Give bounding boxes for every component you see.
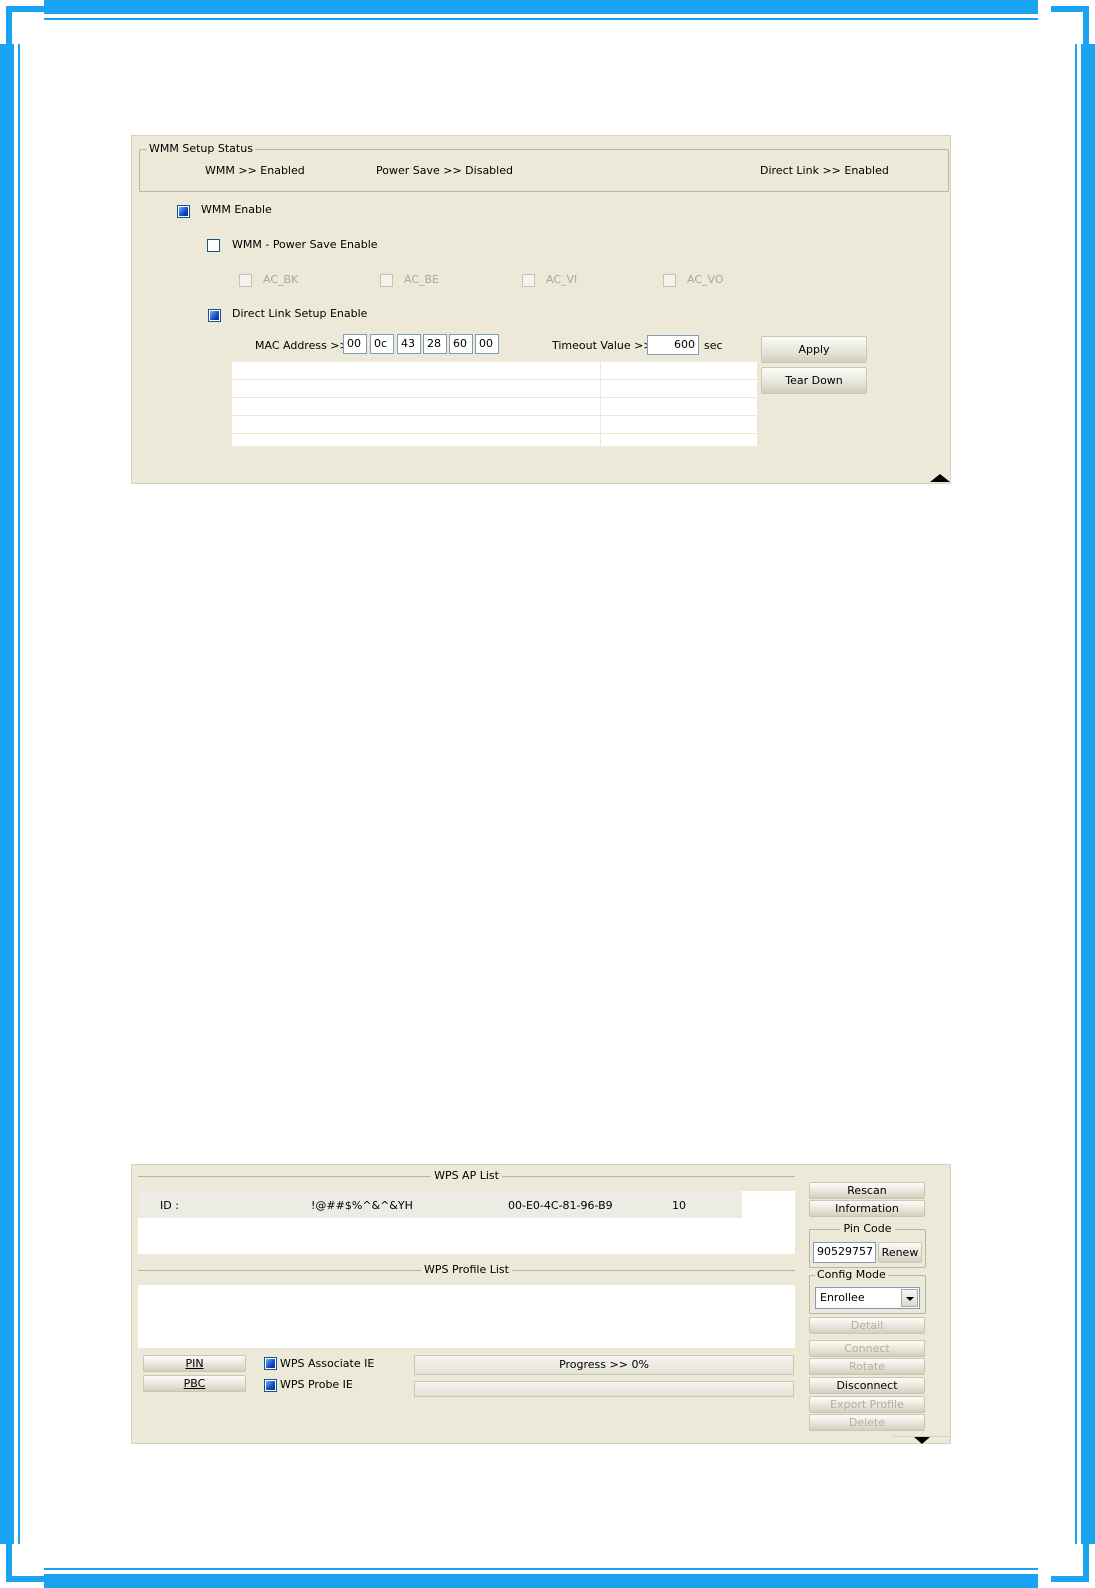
frame-corner-br — [1051, 1544, 1089, 1582]
frame-corner-bl — [6, 1544, 44, 1582]
ap-list-box[interactable]: ID : !@##$%^&^&YH 00-E0-4C-81-96-B9 10 — [138, 1191, 795, 1254]
detail-button[interactable]: Detail — [809, 1317, 925, 1334]
progress-bar — [414, 1381, 794, 1397]
wmm-panel: WMM Setup Status WMM >> Enabled Power Sa… — [131, 135, 951, 484]
power-save-enable-label: WMM - Power Save Enable — [232, 238, 378, 251]
frame-corner-tl — [6, 6, 44, 44]
config-mode-select[interactable]: Enrollee — [815, 1287, 920, 1309]
wps-associate-ie-label: WPS Associate IE — [280, 1357, 375, 1370]
ap-channel: 10 — [672, 1199, 686, 1212]
delete-button[interactable]: Delete — [809, 1414, 925, 1431]
direct-link-table[interactable] — [232, 362, 757, 446]
progress-text-box: Progress >> 0% — [414, 1355, 794, 1375]
collapse-up-icon[interactable] — [930, 474, 950, 482]
mac-octet-5-field[interactable]: 60 — [449, 334, 473, 354]
config-mode-title: Config Mode — [815, 1268, 888, 1281]
profile-list-box[interactable] — [138, 1285, 795, 1348]
ap-list-row[interactable]: ID : !@##$%^&^&YH 00-E0-4C-81-96-B9 10 — [138, 1191, 742, 1218]
dropdown-arrow-icon[interactable] — [901, 1289, 918, 1307]
direct-link-enable-label: Direct Link Setup Enable — [232, 307, 368, 320]
power-save-enable-checkbox[interactable] — [207, 239, 220, 252]
profile-list-title: WPS Profile List — [421, 1263, 512, 1276]
pin-code-group: Pin Code 90529757 Renew — [809, 1222, 926, 1268]
status-wmm: WMM >> Enabled — [205, 164, 305, 177]
ap-list-title-wrap: WPS AP List — [138, 1169, 795, 1182]
timeout-unit: sec — [704, 339, 723, 352]
frame-top-line — [44, 18, 1038, 20]
frame-corner-tr — [1051, 6, 1089, 44]
ac-vo-checkbox[interactable] — [663, 274, 676, 287]
config-mode-group: Config Mode Enrollee — [809, 1268, 926, 1314]
renew-button[interactable]: Renew — [878, 1242, 922, 1263]
wps-associate-ie-checkbox[interactable] — [264, 1357, 277, 1370]
progress-text: Progress >> 0% — [559, 1358, 649, 1371]
pin-button-label: PIN — [185, 1357, 204, 1370]
rotate-button[interactable]: Rotate — [809, 1358, 925, 1375]
information-button[interactable]: Information — [809, 1200, 925, 1217]
frame-right-line — [1075, 44, 1077, 1544]
tear-down-button[interactable]: Tear Down — [761, 367, 867, 394]
mac-octet-2-field[interactable]: 0c — [370, 334, 394, 354]
wps-probe-ie-label: WPS Probe IE — [280, 1378, 353, 1391]
timeout-value-field[interactable]: 600 — [647, 335, 699, 355]
frame-left-line — [18, 44, 20, 1544]
ap-bssid: 00-E0-4C-81-96-B9 — [508, 1199, 613, 1212]
direct-link-enable-checkbox[interactable] — [208, 309, 221, 322]
frame-right-bar — [1081, 44, 1095, 1544]
connect-button[interactable]: Connect — [809, 1340, 925, 1357]
rescan-button[interactable]: Rescan — [809, 1182, 925, 1199]
ac-bk-checkbox[interactable] — [239, 274, 252, 287]
mac-octet-6-field[interactable]: 00 — [475, 334, 499, 354]
wmm-status-group-title: WMM Setup Status — [147, 142, 255, 155]
pin-code-title-wrap: Pin Code — [810, 1222, 925, 1235]
pin-button[interactable]: PIN — [143, 1355, 246, 1372]
wps-probe-ie-checkbox[interactable] — [264, 1379, 277, 1392]
ap-ssid: !@##$%^&^&YH — [311, 1199, 413, 1212]
frame-bottom-bar — [44, 1574, 1038, 1588]
pin-code-title: Pin Code — [840, 1222, 895, 1235]
timeout-label: Timeout Value >> — [552, 339, 653, 352]
wps-panel: WPS AP List ID : !@##$%^&^&YH 00-E0-4C-8… — [131, 1164, 951, 1444]
frame-top-bar — [44, 0, 1038, 14]
pin-code-field[interactable]: 90529757 — [813, 1242, 876, 1263]
ac-vo-label: AC_VO — [687, 273, 724, 286]
ap-list-title: WPS AP List — [431, 1169, 502, 1182]
export-profile-button[interactable]: Export Profile — [809, 1396, 925, 1413]
wmm-status-group: WMM Setup Status WMM >> Enabled Power Sa… — [139, 142, 949, 192]
expand-down-icon[interactable] — [914, 1437, 930, 1444]
ac-be-label: AC_BE — [404, 273, 440, 286]
disconnect-button[interactable]: Disconnect — [809, 1377, 925, 1394]
mac-address-label: MAC Address >> — [255, 339, 349, 352]
ap-id-label: ID : — [160, 1199, 179, 1212]
status-direct-link: Direct Link >> Enabled — [760, 164, 889, 177]
frame-bottom-line — [44, 1568, 1038, 1570]
ac-be-checkbox[interactable] — [380, 274, 393, 287]
config-mode-value: Enrollee — [820, 1291, 865, 1304]
wmm-enable-checkbox[interactable] — [177, 205, 190, 218]
frame-left-bar — [0, 44, 14, 1544]
status-power-save: Power Save >> Disabled — [376, 164, 513, 177]
ac-vi-label: AC_VI — [546, 273, 578, 286]
ac-bk-label: AC_BK — [263, 273, 299, 286]
pbc-button[interactable]: PBC — [143, 1375, 246, 1392]
ac-vi-checkbox[interactable] — [522, 274, 535, 287]
pbc-button-label: PBC — [183, 1377, 206, 1390]
mac-octet-1-field[interactable]: 00 — [343, 334, 367, 354]
mac-octet-3-field[interactable]: 43 — [397, 334, 421, 354]
apply-button[interactable]: Apply — [761, 336, 867, 363]
profile-list-title-wrap: WPS Profile List — [138, 1263, 795, 1276]
wmm-enable-label: WMM Enable — [201, 203, 272, 216]
mac-octet-4-field[interactable]: 28 — [423, 334, 447, 354]
